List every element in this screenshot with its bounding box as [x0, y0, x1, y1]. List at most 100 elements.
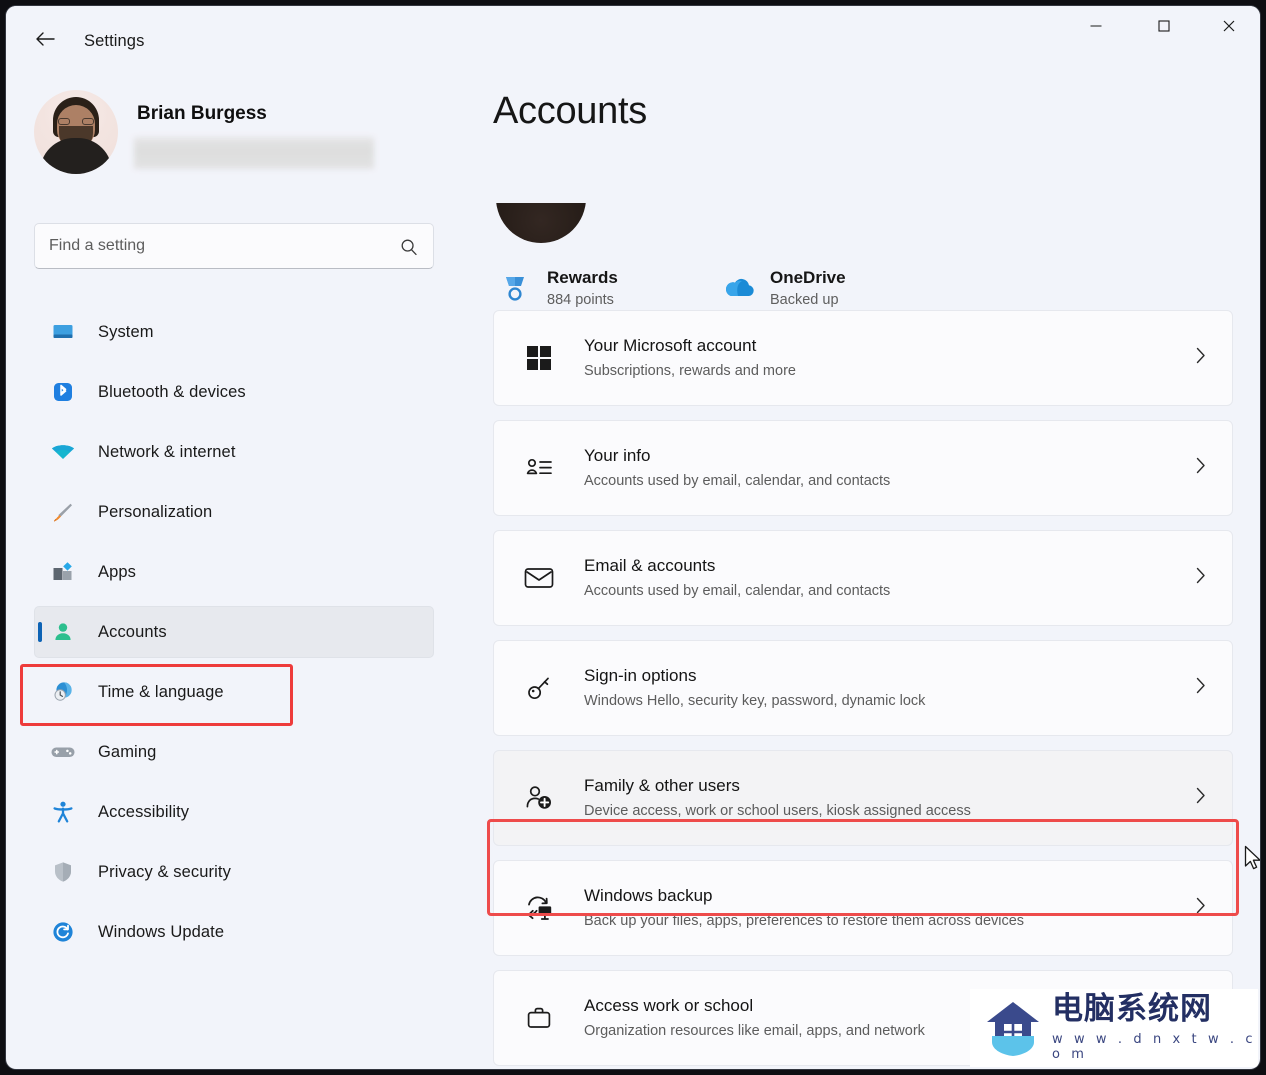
- chevron-right-icon: [1194, 786, 1208, 811]
- card-family-other-users[interactable]: Family & other users Device access, work…: [493, 750, 1233, 846]
- sidebar-item-label: Apps: [98, 563, 136, 582]
- sidebar-item-gaming[interactable]: Gaming: [6, 722, 466, 782]
- avatar: [34, 90, 118, 174]
- quick-stat-onedrive[interactable]: OneDrive Backed up: [716, 266, 846, 310]
- backup-sync-icon: [522, 891, 556, 925]
- gamepad-icon: [50, 739, 76, 765]
- card-your-microsoft-account[interactable]: Your Microsoft account Subscriptions, re…: [493, 310, 1233, 406]
- card-title: Your Microsoft account: [584, 336, 756, 356]
- scrolled-avatar-sliver: [496, 203, 586, 245]
- windows-logo-icon: [522, 341, 556, 375]
- sidebar-item-label: Network & internet: [98, 443, 236, 462]
- shield-icon: [50, 859, 76, 885]
- sidebar-item-personalization[interactable]: Personalization: [6, 482, 466, 542]
- sidebar-item-time-language[interactable]: Time & language: [6, 662, 466, 722]
- card-title: Your info: [584, 446, 650, 466]
- maximize-button[interactable]: [1140, 6, 1187, 46]
- quick-stat-title: Rewards: [547, 268, 618, 288]
- medal-icon: [493, 266, 537, 310]
- card-subtitle: Accounts used by email, calendar, and co…: [584, 473, 890, 489]
- main-content: Accounts Rewards 884 points: [466, 70, 1260, 1069]
- card-your-info[interactable]: Your info Accounts used by email, calend…: [493, 420, 1233, 516]
- sidebar-item-label: Accessibility: [98, 803, 189, 822]
- sidebar-item-accounts[interactable]: Accounts: [6, 602, 466, 662]
- card-title: Access work or school: [584, 996, 753, 1016]
- back-arrow-icon: [35, 31, 55, 47]
- maximize-icon: [1157, 19, 1171, 33]
- chevron-right-icon: [1194, 896, 1208, 921]
- monitor-icon: [50, 319, 76, 345]
- briefcase-icon: [522, 1001, 556, 1035]
- sidebar-item-privacy-security[interactable]: Privacy & security: [6, 842, 466, 902]
- sidebar-item-system[interactable]: System: [6, 302, 466, 362]
- sidebar-item-apps[interactable]: Apps: [6, 542, 466, 602]
- chevron-right-icon: [1194, 676, 1208, 701]
- wifi-icon: [50, 439, 76, 465]
- sidebar-nav: System Bluetooth & devices: [6, 302, 466, 962]
- add-person-icon: [522, 781, 556, 815]
- sidebar-item-label: System: [98, 323, 154, 342]
- bluetooth-icon: [50, 379, 76, 405]
- app-title: Settings: [84, 32, 144, 51]
- card-subtitle: Subscriptions, rewards and more: [584, 363, 796, 379]
- sidebar: Brian Burgess System: [6, 70, 466, 1069]
- profile-name: Brian Burgess: [137, 103, 267, 125]
- clock-globe-icon: [50, 679, 76, 705]
- quick-stat-title: OneDrive: [770, 268, 846, 288]
- search-input[interactable]: [49, 224, 379, 268]
- paintbrush-icon: [50, 499, 76, 525]
- close-button[interactable]: [1205, 6, 1252, 46]
- quick-stat-rewards[interactable]: Rewards 884 points: [493, 266, 618, 310]
- sidebar-item-windows-update[interactable]: Windows Update: [6, 902, 466, 962]
- sidebar-item-label: Accounts: [98, 623, 167, 642]
- chevron-right-icon: [1194, 346, 1208, 371]
- sidebar-item-label: Bluetooth & devices: [98, 383, 246, 402]
- search-icon: [399, 237, 419, 262]
- mouse-cursor-icon: [1244, 845, 1260, 878]
- back-button[interactable]: [28, 24, 62, 54]
- watermark-url: w w w . d n x t w . c o m: [1052, 1032, 1258, 1062]
- card-sign-in-options[interactable]: Sign-in options Windows Hello, security …: [493, 640, 1233, 736]
- cloud-icon: [716, 266, 760, 310]
- search-box[interactable]: [34, 223, 434, 269]
- page-title: Accounts: [493, 90, 647, 133]
- quick-stat-sub: 884 points: [547, 292, 618, 308]
- minimize-icon: [1089, 19, 1103, 33]
- selection-indicator: [38, 622, 42, 642]
- selected-row-background: [34, 606, 434, 658]
- card-windows-backup[interactable]: Windows backup Back up your files, apps,…: [493, 860, 1233, 956]
- sidebar-item-label: Privacy & security: [98, 863, 231, 882]
- chevron-right-icon: [1194, 566, 1208, 591]
- sidebar-item-bluetooth-devices[interactable]: Bluetooth & devices: [6, 362, 466, 422]
- accessibility-icon: [50, 799, 76, 825]
- card-title: Family & other users: [584, 776, 740, 796]
- quick-stat-sub: Backed up: [770, 292, 846, 308]
- card-subtitle: Device access, work or school users, kio…: [584, 803, 971, 819]
- update-icon: [50, 919, 76, 945]
- sidebar-item-accessibility[interactable]: Accessibility: [6, 782, 466, 842]
- user-profile[interactable]: Brian Burgess: [34, 90, 434, 186]
- sidebar-item-network-internet[interactable]: Network & internet: [6, 422, 466, 482]
- card-title: Sign-in options: [584, 666, 696, 686]
- sidebar-item-label: Gaming: [98, 743, 156, 762]
- house-shield-icon: [982, 998, 1044, 1058]
- watermark-text: 电脑系统网: [1052, 994, 1258, 1025]
- card-subtitle: Back up your files, apps, preferences to…: [584, 913, 1024, 929]
- contact-card-icon: [522, 451, 556, 485]
- chevron-right-icon: [1194, 456, 1208, 481]
- card-subtitle: Accounts used by email, calendar, and co…: [584, 583, 890, 599]
- title-bar: Settings: [6, 6, 1260, 70]
- person-icon: [50, 619, 76, 645]
- sidebar-item-label: Personalization: [98, 503, 212, 522]
- settings-card-list: Your Microsoft account Subscriptions, re…: [493, 310, 1233, 1069]
- card-subtitle: Organization resources like email, apps,…: [584, 1023, 925, 1039]
- envelope-icon: [522, 561, 556, 595]
- profile-email-redacted: [134, 137, 374, 169]
- minimize-button[interactable]: [1072, 6, 1119, 46]
- card-title: Windows backup: [584, 886, 713, 906]
- card-title: Email & accounts: [584, 556, 715, 576]
- card-email-accounts[interactable]: Email & accounts Accounts used by email,…: [493, 530, 1233, 626]
- sidebar-item-label: Time & language: [98, 683, 224, 702]
- settings-window: Settings B: [6, 6, 1260, 1069]
- card-subtitle: Windows Hello, security key, password, d…: [584, 693, 925, 709]
